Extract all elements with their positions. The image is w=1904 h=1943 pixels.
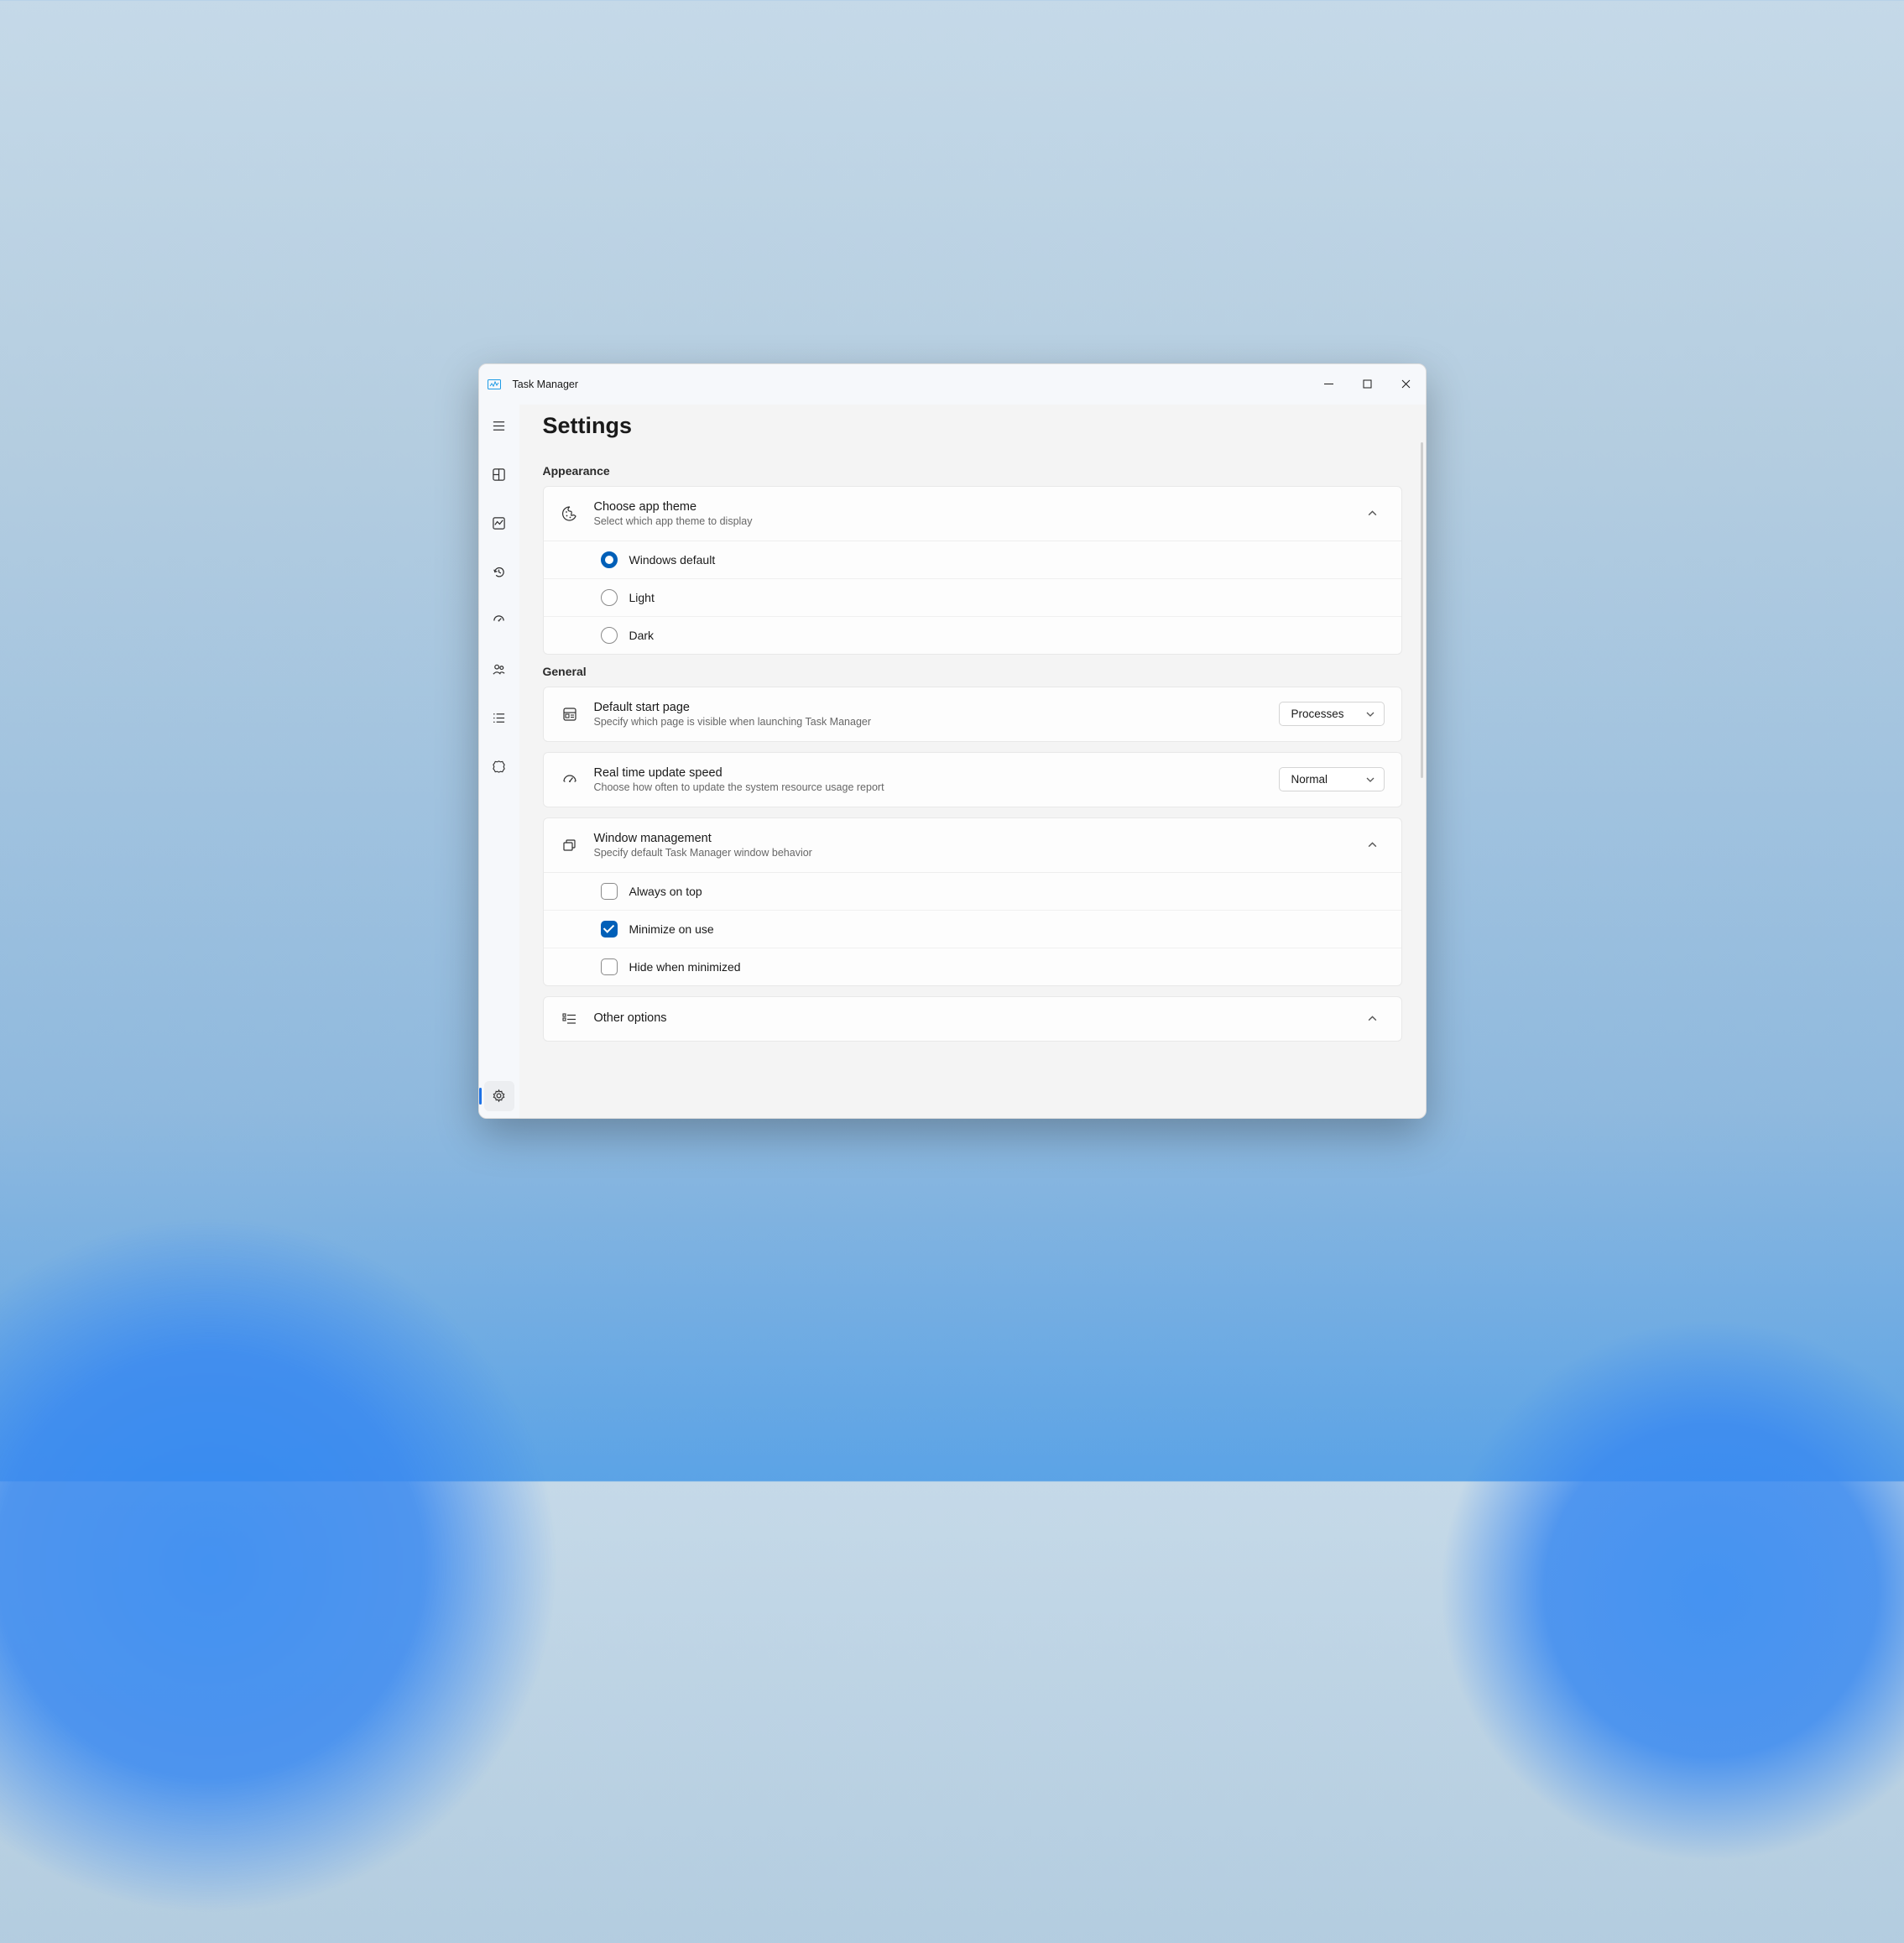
radio-icon[interactable] <box>601 627 618 644</box>
performance-icon[interactable] <box>484 509 514 539</box>
other-card: Other options <box>543 996 1402 1042</box>
theme-option-default[interactable]: Windows default <box>544 541 1401 578</box>
maximize-button[interactable] <box>1348 364 1387 405</box>
startpage-header[interactable]: Default start page Specify which page is… <box>544 687 1401 741</box>
update-card: Real time update speed Choose how often … <box>543 752 1402 807</box>
hamburger-icon[interactable] <box>484 411 514 441</box>
titlebar[interactable]: Task Manager <box>479 364 1426 405</box>
users-icon[interactable] <box>484 655 514 685</box>
update-title: Real time update speed <box>594 766 1264 780</box>
windowmgmt-sub: Specify default Task Manager window beha… <box>594 847 1346 859</box>
windowmgmt-title: Window management <box>594 832 1346 845</box>
content-area: Settings Appearance Choose app theme Sel… <box>519 405 1426 1118</box>
details-icon[interactable] <box>484 703 514 734</box>
theme-option-dark[interactable]: Dark <box>544 616 1401 654</box>
chevron-up-icon <box>1361 508 1385 519</box>
settings-icon[interactable] <box>484 1081 514 1111</box>
update-sub: Choose how often to update the system re… <box>594 781 1264 793</box>
startup-icon[interactable] <box>484 606 514 636</box>
windows-icon <box>561 837 579 854</box>
history-icon[interactable] <box>484 557 514 588</box>
theme-sub: Select which app theme to display <box>594 515 1346 527</box>
wm-option-label: Always on top <box>629 885 702 898</box>
list-options-icon <box>561 1011 579 1027</box>
startpage-card: Default start page Specify which page is… <box>543 687 1402 742</box>
theme-option-label: Dark <box>629 629 655 642</box>
page-title: Settings <box>543 413 1409 439</box>
section-appearance-label: Appearance <box>543 464 1402 478</box>
startpage-sub: Specify which page is visible when launc… <box>594 716 1264 728</box>
windowmgmt-card: Window management Specify default Task M… <box>543 817 1402 986</box>
minimize-button[interactable] <box>1310 364 1348 405</box>
checkbox-icon[interactable] <box>601 958 618 975</box>
startpage-title: Default start page <box>594 701 1264 714</box>
radio-checked-icon[interactable] <box>601 551 618 568</box>
other-title: Other options <box>594 1011 1346 1025</box>
dropdown-value: Normal <box>1291 773 1328 786</box>
theme-card-header[interactable]: Choose app theme Select which app theme … <box>544 487 1401 541</box>
app-icon <box>488 378 501 391</box>
caption-controls <box>1310 364 1426 405</box>
other-header[interactable]: Other options <box>544 997 1401 1041</box>
dropdown-value: Processes <box>1291 708 1344 720</box>
scrollbar[interactable] <box>1421 442 1423 778</box>
close-button[interactable] <box>1387 364 1426 405</box>
speed-icon <box>561 771 579 788</box>
chevron-up-icon <box>1361 839 1385 850</box>
checkbox-checked-icon[interactable] <box>601 921 618 938</box>
task-manager-window: Task Manager <box>478 363 1427 1119</box>
sidebar <box>479 405 519 1118</box>
services-icon[interactable] <box>484 752 514 782</box>
theme-card: Choose app theme Select which app theme … <box>543 486 1402 655</box>
startpage-dropdown[interactable]: Processes <box>1279 702 1385 726</box>
wm-option-label: Hide when minimized <box>629 960 741 974</box>
chevron-down-icon <box>1365 775 1375 785</box>
chevron-down-icon <box>1365 709 1375 719</box>
update-dropdown[interactable]: Normal <box>1279 767 1385 791</box>
theme-option-label: Windows default <box>629 553 716 567</box>
wm-option-ontop[interactable]: Always on top <box>544 873 1401 910</box>
theme-option-label: Light <box>629 591 655 604</box>
wm-option-label: Minimize on use <box>629 922 714 936</box>
chevron-up-icon <box>1361 1013 1385 1024</box>
theme-title: Choose app theme <box>594 500 1346 514</box>
theme-option-light[interactable]: Light <box>544 578 1401 616</box>
processes-icon[interactable] <box>484 460 514 490</box>
update-header[interactable]: Real time update speed Choose how often … <box>544 753 1401 807</box>
wm-option-minimize[interactable]: Minimize on use <box>544 910 1401 948</box>
app-title: Task Manager <box>513 379 579 390</box>
wm-option-hide[interactable]: Hide when minimized <box>544 948 1401 985</box>
section-general-label: General <box>543 665 1402 678</box>
windowmgmt-header[interactable]: Window management Specify default Task M… <box>544 818 1401 872</box>
radio-icon[interactable] <box>601 589 618 606</box>
page-icon <box>561 706 579 723</box>
checkbox-icon[interactable] <box>601 883 618 900</box>
palette-icon <box>561 505 579 522</box>
